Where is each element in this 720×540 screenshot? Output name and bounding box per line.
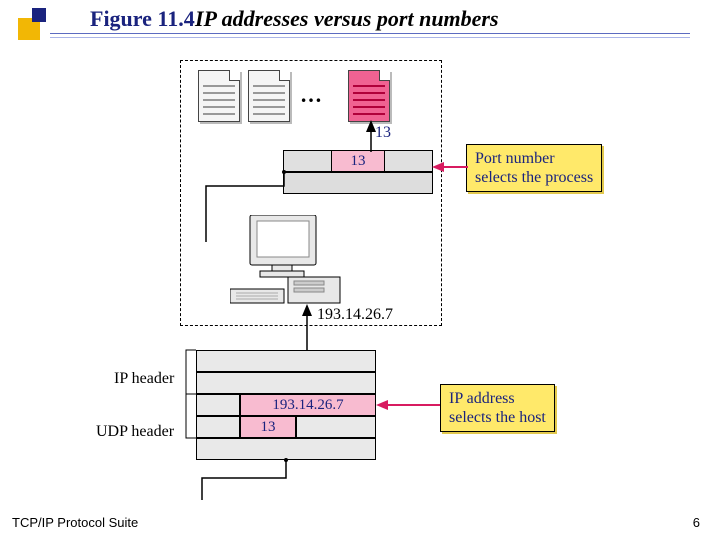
datagram-dest-ip: 193.14.26.7 xyxy=(240,394,376,416)
datagram-row-left xyxy=(196,416,240,438)
cable-icon xyxy=(200,172,290,272)
datagram-dest-port: 13 xyxy=(240,416,296,438)
arrow-up-icon xyxy=(364,120,378,152)
ip-header-label: IP header xyxy=(114,370,174,388)
arrow-left-icon xyxy=(432,160,468,174)
ellipsis: … xyxy=(300,82,324,108)
host-ip-label: 193.14.26.7 xyxy=(317,306,393,324)
figure-title: IP addresses versus port numbers xyxy=(195,6,499,32)
datagram-row xyxy=(196,372,376,394)
cable-icon xyxy=(196,460,316,500)
brace-icon xyxy=(182,350,198,460)
title-rule xyxy=(50,33,690,34)
udp-header-label: UDP header xyxy=(96,423,174,441)
process-doc-icon xyxy=(248,70,290,122)
datagram-row-right xyxy=(296,416,376,438)
datagram-row-left xyxy=(196,394,240,416)
footer-book-title: TCP/IP Protocol Suite xyxy=(12,515,138,530)
process-doc-icon xyxy=(198,70,240,122)
callout-port-number: Port number selects the process xyxy=(466,144,602,192)
arrow-up-icon xyxy=(300,304,314,352)
figure-number: Figure 11.4 xyxy=(90,6,195,32)
segment-row xyxy=(283,172,433,194)
title-rule xyxy=(50,37,690,38)
arrow-left-icon xyxy=(376,398,440,412)
datagram-row xyxy=(196,438,376,460)
page-number: 6 xyxy=(693,515,700,530)
segment-port-field: 13 xyxy=(331,150,385,172)
selected-process-doc-icon xyxy=(348,70,390,122)
slide-bullet-icon xyxy=(18,6,52,40)
datagram-row xyxy=(196,350,376,372)
callout-ip-address: IP address selects the host xyxy=(440,384,555,432)
